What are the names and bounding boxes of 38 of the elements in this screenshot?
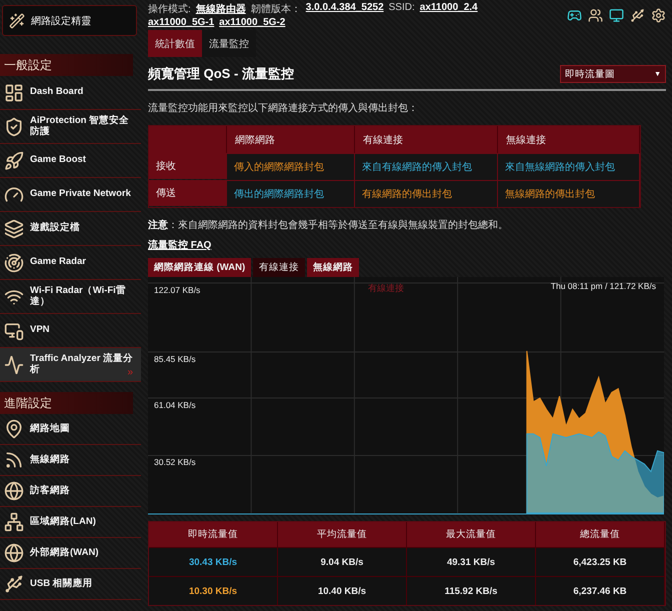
- page-title: 頻寬管理 QoS - 流量監控: [148, 65, 294, 83]
- row-header: 傳送: [149, 180, 227, 206]
- note-text: 注意：來自網際網路的資料封包會幾乎相等於傳送至有線與無線裝置的封包總和。: [148, 218, 509, 232]
- table-cell-text: 無線網路的傳出封包: [505, 188, 595, 201]
- table-cell-text: 傳出的網際網路封包: [234, 188, 324, 201]
- chart-title: 有線連接: [368, 282, 404, 295]
- chart-readout: Thu 08:11 pm / 121.72 KB/s: [550, 281, 656, 291]
- table-header: 無線連接: [498, 126, 640, 153]
- table-cell-text: 傳入的網際網路封包: [234, 160, 324, 174]
- row-header: 接收: [149, 153, 227, 179]
- section-header: 一般設定: [0, 54, 133, 76]
- table-header: 網際網路: [227, 126, 355, 153]
- table-cell: 30.43 KB/s: [188, 556, 238, 568]
- chevron-icon: »: [127, 367, 133, 378]
- table-cell: 9.04 KB/s: [320, 556, 364, 568]
- table-header: 即時流量值: [149, 522, 278, 547]
- table-cell: 6,423.25 KB: [573, 556, 627, 568]
- table-cell: 6,237.46 KB: [573, 586, 627, 596]
- status-label: 操作模式:: [148, 2, 191, 16]
- y-axis-label: 85.45 KB/s: [154, 354, 196, 364]
- table-cell-text: 來自有線網路的傳入封包: [362, 160, 472, 174]
- table-header: 最大流量值: [407, 522, 536, 547]
- table-header: 平均流量值: [278, 522, 407, 547]
- status-label: 韌體版本：: [250, 2, 301, 16]
- table-cell: 10.40 KB/s: [318, 586, 366, 596]
- table-cell: 49.31 KB/s: [446, 556, 496, 568]
- y-axis-label: 61.04 KB/s: [154, 400, 196, 410]
- table-cell: 10.30 KB/s: [188, 586, 238, 596]
- y-axis-label: 30.52 KB/s: [154, 457, 196, 468]
- table-header: 有線連接: [355, 126, 498, 153]
- y-axis-label: 122.07 KB/s: [154, 285, 200, 295]
- description: 流量監控功能用來監控以下網路連接方式的傳入與傳出封包：: [148, 102, 419, 115]
- table-cell-text: 來自無線網路的傳入封包: [505, 160, 615, 174]
- table-cell: 115.92 KB/s: [444, 586, 498, 596]
- section-header: 進階設定: [0, 392, 133, 414]
- table-cell-text: 有線網路的傳出封包: [362, 188, 452, 201]
- status-label: SSID:: [388, 2, 415, 15]
- table-header: 總流量值: [536, 522, 665, 547]
